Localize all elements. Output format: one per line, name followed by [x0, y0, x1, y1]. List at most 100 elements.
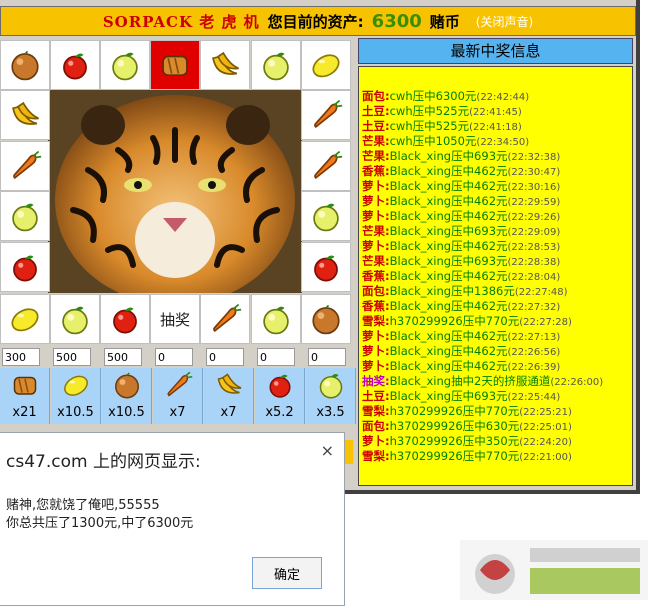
dialog-message-line1: 赌神,您就饶了俺吧,55555	[6, 498, 160, 513]
winner-row: 面包:Black_xing压中1386元(22:27:48)	[362, 284, 632, 299]
bet-input-lemon[interactable]	[53, 348, 91, 366]
winner-name: cwh	[389, 134, 413, 148]
hidden-button-edge	[345, 440, 353, 464]
payout-apple-green[interactable]: x3.5	[306, 368, 356, 424]
payout-apple-red[interactable]: x5.2	[255, 368, 305, 424]
winner-name: h370299926	[389, 404, 463, 418]
winner-amount: 压中6300元	[412, 89, 477, 103]
winners-heading: 最新中奖信息	[358, 38, 633, 64]
winner-time: (22:30:16)	[507, 182, 561, 193]
slot-cell-carrot	[301, 141, 351, 191]
payout-odds: x10.5	[57, 405, 94, 420]
winner-item: 萝卜:	[362, 329, 390, 343]
winner-name: cwh	[389, 119, 413, 133]
apple-green-icon	[12, 203, 38, 232]
winner-name: h370299926	[389, 419, 463, 433]
payout-odds: x7	[220, 405, 237, 420]
winner-row: 面包:h370299926压中630元(22:25:01)	[362, 419, 632, 434]
winner-item: 萝卜:	[362, 179, 390, 193]
winner-name: h370299926	[389, 449, 463, 463]
banana-icon	[217, 373, 242, 394]
winner-row: 萝卜:Black_xing压中462元(22:29:59)	[362, 194, 632, 209]
winner-time: (22:25:21)	[519, 407, 572, 418]
winners-list: 面包:cwh压中6300元(22:42:44) 土豆:cwh压中525元(22:4…	[358, 66, 633, 486]
payout-lemon[interactable]: x10.5	[51, 368, 101, 424]
sorpack-watermark-logo	[460, 540, 648, 600]
close-icon[interactable]: ×	[321, 441, 334, 460]
slot-cell-apple-green	[301, 191, 351, 241]
mute-sound-link[interactable]: (关闭声音)	[476, 13, 533, 30]
winner-item: 面包:	[362, 419, 390, 433]
winner-row: 雪梨:h370299926压中770元(22:21:00)	[362, 449, 632, 464]
payout-banana[interactable]: x7	[204, 368, 254, 424]
winner-time: (22:24:20)	[519, 437, 572, 448]
bet-input-bread[interactable]	[2, 348, 40, 366]
winner-item: 萝卜:	[362, 194, 390, 208]
winner-time: (22:29:59)	[507, 197, 561, 208]
winner-name: cwh	[389, 89, 413, 103]
winner-amount: 压中462元	[451, 269, 508, 283]
winner-row: 香蕉:Black_xing压中462元(22:27:32)	[362, 299, 632, 314]
winner-time: (22:25:44)	[507, 392, 561, 403]
winner-amount: 压中462元	[451, 209, 508, 223]
winner-name: Black_xing	[389, 374, 452, 388]
winner-name: Black_xing	[389, 389, 452, 403]
winner-amount: 压中462元	[451, 239, 508, 253]
payout-odds: x7	[169, 405, 186, 420]
slot-cell-bread	[150, 40, 200, 90]
bet-input-carrot[interactable]	[155, 348, 193, 366]
winner-item: 雪梨:	[362, 404, 390, 418]
winner-item: 芒果:	[362, 254, 390, 268]
winner-time: (22:26:56)	[507, 347, 561, 358]
payout-orange[interactable]: x10.5	[102, 368, 152, 424]
winner-amount: 压中462元	[451, 164, 508, 178]
tiger-image	[48, 90, 302, 293]
winner-time: (22:29:09)	[507, 227, 561, 238]
winner-name: Black_xing	[389, 344, 452, 358]
winner-name: Black_xing	[389, 329, 452, 343]
bread-icon	[162, 55, 188, 77]
winner-row: 萝卜:Black_xing压中462元(22:26:56)	[362, 344, 632, 359]
lemon-icon	[312, 54, 340, 78]
winner-row: 香蕉:Black_xing压中462元(22:30:47)	[362, 164, 632, 179]
apple-red-icon	[13, 255, 37, 282]
bet-input-apple-green[interactable]	[308, 348, 346, 366]
winner-amount: 压中525元	[412, 104, 470, 118]
payout-bread[interactable]: x21	[0, 368, 50, 424]
winner-name: Black_xing	[389, 209, 452, 223]
winner-amount: 压中693元	[451, 149, 508, 163]
winner-item: 香蕉:	[362, 299, 390, 313]
bet-input-banana[interactable]	[206, 348, 244, 366]
winner-item: 芒果:	[362, 134, 390, 148]
winner-amount: 压中693元	[451, 389, 508, 403]
carrot-icon	[167, 371, 193, 397]
winner-item: 雪梨:	[362, 314, 390, 328]
carrot-icon	[314, 99, 343, 129]
winner-row: 雪梨:h370299926压中770元(22:27:28)	[362, 314, 632, 329]
apple-green-icon	[263, 52, 289, 81]
dialog-message-line2: 你总共压了1300元,中了6300元	[6, 516, 194, 531]
bet-input-apple-red[interactable]	[257, 348, 295, 366]
payout-carrot[interactable]: x7	[153, 368, 203, 424]
slot-cell-banana	[0, 90, 50, 140]
winner-row: 土豆:cwh压中525元(22:41:18)	[362, 119, 632, 134]
winner-amount: 压中693元	[451, 254, 508, 268]
payout-odds: x5.2	[265, 405, 294, 420]
winner-time: (22:34:50)	[476, 137, 530, 148]
apple-red-icon	[113, 307, 137, 334]
winner-item: 土豆:	[362, 104, 390, 118]
winner-amount: 压中770元	[462, 404, 520, 418]
winner-time: (22:27:13)	[507, 332, 561, 343]
apple-green-icon	[263, 306, 289, 335]
winner-name: Black_xing	[389, 149, 452, 163]
ok-button[interactable]: 确定	[252, 557, 322, 589]
winner-row: 萝卜:h370299926压中350元(22:24:20)	[362, 434, 632, 449]
winner-row: 芒果:Black_xing压中693元(22:28:38)	[362, 254, 632, 269]
payout-row: x21 x10.5 x10.5 x7 x7 x5.2 x3.5	[0, 368, 356, 424]
winner-row: 萝卜:Black_xing压中462元(22:28:53)	[362, 239, 632, 254]
bet-input-orange[interactable]	[104, 348, 142, 366]
winner-amount: 抽中2天的挤服通道	[451, 374, 551, 388]
slot-cell-apple-red	[301, 242, 351, 292]
winner-amount: 压中462元	[451, 179, 508, 193]
winner-row: 土豆:cwh压中525元(22:41:45)	[362, 104, 632, 119]
